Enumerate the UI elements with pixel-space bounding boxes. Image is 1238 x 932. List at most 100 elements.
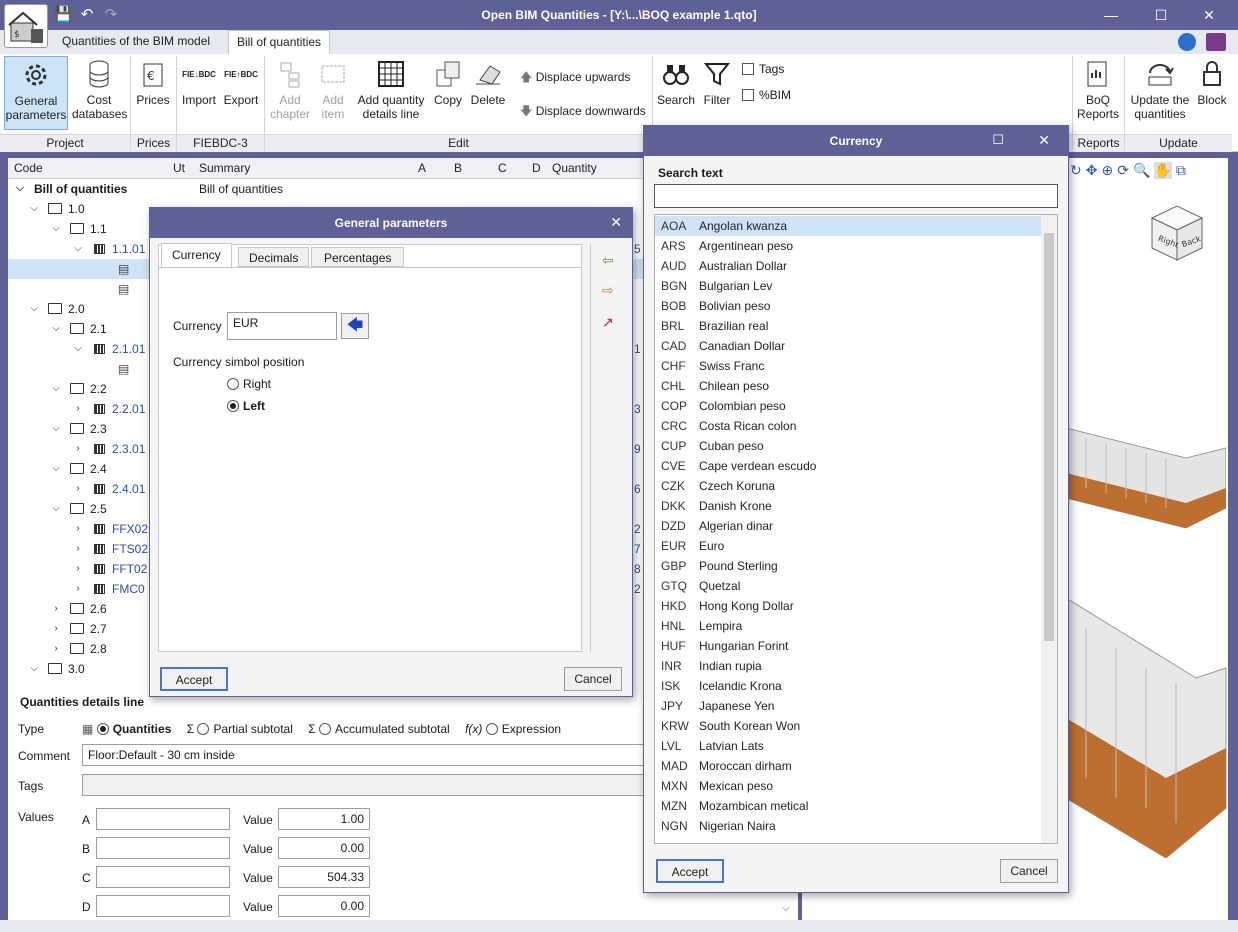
currency-list-item[interactable]: BOB Bolivian peso bbox=[655, 296, 1057, 316]
value-expression-field[interactable] bbox=[96, 837, 230, 859]
currency-list-item[interactable]: CHL Chilean peso bbox=[655, 376, 1057, 396]
value-expression-field[interactable] bbox=[96, 808, 230, 830]
currency-list-item[interactable]: DKK Danish Krone bbox=[655, 496, 1057, 516]
list-scrollbar[interactable] bbox=[1041, 215, 1057, 843]
zoom-icon[interactable]: 🔍 bbox=[1133, 162, 1150, 179]
close-icon[interactable]: ✕ bbox=[610, 214, 622, 231]
pct-bim-checkbox[interactable]: %BIM bbox=[742, 88, 791, 102]
open-external-icon[interactable]: ↗ bbox=[602, 314, 614, 331]
import-button[interactable]: FIE ↓ BDC Import bbox=[180, 56, 218, 108]
currency-list-item[interactable]: LVL Latvian Lats bbox=[655, 736, 1057, 756]
chevron-down-icon[interactable]: ⌵ bbox=[50, 219, 62, 239]
copy-button[interactable]: Copy bbox=[430, 56, 466, 107]
chevron-right-icon[interactable]: › bbox=[72, 539, 84, 559]
currency-list-item[interactable]: CVE Cape verdean escudo bbox=[655, 456, 1057, 476]
chevron-down-icon[interactable]: ⌵ bbox=[72, 239, 84, 259]
hand-icon[interactable]: ✋ bbox=[1154, 162, 1172, 179]
currency-list-item[interactable]: CAD Canadian Dollar bbox=[655, 336, 1057, 356]
add-chapter-button[interactable]: Add chapter bbox=[266, 56, 314, 121]
import-params-icon[interactable]: ⇦ bbox=[602, 252, 614, 269]
currency-list-item[interactable]: KRW South Korean Won bbox=[655, 716, 1057, 736]
position-left-radio[interactable]: Left bbox=[227, 399, 265, 413]
chevron-down-icon[interactable]: ⌵ bbox=[50, 419, 62, 439]
position-right-radio[interactable]: Right bbox=[227, 377, 271, 391]
chevron-right-icon[interactable]: › bbox=[72, 399, 84, 419]
minimize-icon[interactable]: — bbox=[1098, 4, 1124, 26]
chevron-right-icon[interactable]: › bbox=[72, 479, 84, 499]
chevron-right-icon[interactable]: › bbox=[72, 559, 84, 579]
value-field[interactable]: 504.33 bbox=[278, 866, 370, 888]
currency-accept-button[interactable]: Accept bbox=[656, 859, 724, 883]
currency-list-item[interactable]: HNL Lempira bbox=[655, 616, 1057, 636]
cost-databases-button[interactable]: Cost databases bbox=[72, 56, 127, 121]
currency-field[interactable]: EUR bbox=[227, 312, 337, 340]
chevron-down-icon[interactable]: ⌵ bbox=[28, 299, 40, 319]
col-quantity[interactable]: Quantity bbox=[552, 161, 597, 175]
currency-list-item[interactable]: CZK Czech Koruna bbox=[655, 476, 1057, 496]
currency-list-item[interactable]: ARS Argentinean peso bbox=[655, 236, 1057, 256]
viewcube-icon[interactable]: Right Back bbox=[1142, 198, 1212, 268]
currency-list-item[interactable]: DZD Algerian dinar bbox=[655, 516, 1057, 536]
currency-list-item[interactable]: BRL Brazilian real bbox=[655, 316, 1057, 336]
update-quantities-button[interactable]: Update the quantities bbox=[1128, 56, 1192, 121]
currency-list-item[interactable]: NGN Nigerian Naira bbox=[655, 816, 1057, 836]
currency-list-item[interactable]: GBP Pound Sterling bbox=[655, 556, 1057, 576]
col-ut[interactable]: Ut bbox=[173, 161, 185, 175]
chevron-right-icon[interactable]: › bbox=[50, 639, 62, 659]
currency-list-item[interactable]: CUP Cuban peso bbox=[655, 436, 1057, 456]
filter-button[interactable]: Filter bbox=[698, 56, 736, 107]
col-c[interactable]: C bbox=[498, 161, 507, 175]
displace-downwards-button[interactable]: 🡇 Displace downwards bbox=[520, 102, 646, 123]
zoom-extents-icon[interactable]: ⊕ bbox=[1101, 162, 1113, 179]
currency-list-item[interactable]: MXN Mexican peso bbox=[655, 776, 1057, 796]
type-accumulated-radio[interactable]: Accumulated subtotal bbox=[318, 722, 450, 736]
col-code[interactable]: Code bbox=[14, 161, 43, 175]
delete-button[interactable]: Delete bbox=[468, 56, 508, 107]
currency-list-item[interactable]: JPY Japanese Yen bbox=[655, 696, 1057, 716]
tab-currency[interactable]: Currency bbox=[161, 243, 232, 267]
web-icon[interactable] bbox=[1178, 33, 1196, 51]
tab-bill-of-quantities[interactable]: Bill of quantities bbox=[228, 30, 331, 54]
scroll-down-icon[interactable]: ⌵ bbox=[782, 903, 790, 914]
chevron-down-icon[interactable]: ⌵ bbox=[14, 179, 26, 199]
export-params-icon[interactable]: ⇨ bbox=[602, 282, 614, 299]
chevron-down-icon[interactable]: ⌵ bbox=[28, 199, 40, 219]
currency-list-item[interactable]: INR Indian rupia bbox=[655, 656, 1057, 676]
refresh-view-icon[interactable]: ⟳ bbox=[1117, 162, 1129, 179]
cancel-button[interactable]: Cancel bbox=[564, 667, 622, 691]
currency-list-item[interactable]: EUR Euro bbox=[655, 536, 1057, 556]
currency-list-item[interactable]: CHF Swiss Franc bbox=[655, 356, 1057, 376]
boq-reports-button[interactable]: BoQ Reports bbox=[1076, 56, 1120, 121]
chevron-down-icon[interactable]: ⌵ bbox=[72, 339, 84, 359]
block-button[interactable]: Block bbox=[1194, 56, 1230, 107]
currency-list-item[interactable]: AUD Australian Dollar bbox=[655, 256, 1057, 276]
currency-list-item[interactable]: ISK Icelandic Krona bbox=[655, 676, 1057, 696]
search-text-input[interactable] bbox=[654, 184, 1058, 208]
export-button[interactable]: FIE ↑ BDC Export bbox=[222, 56, 260, 108]
value-expression-field[interactable] bbox=[96, 895, 230, 917]
col-summary[interactable]: Summary bbox=[199, 161, 250, 175]
search-button[interactable]: Search bbox=[656, 56, 696, 107]
tab-quantities-bim[interactable]: Quantities of the BIM model bbox=[54, 30, 218, 54]
add-item-button[interactable]: Add item bbox=[314, 56, 352, 121]
type-expression-radio[interactable]: Expression bbox=[485, 722, 561, 736]
currency-list-item[interactable]: BGN Bulgarian Lev bbox=[655, 276, 1057, 296]
col-d[interactable]: D bbox=[532, 161, 541, 175]
maximize-icon[interactable]: ☐ bbox=[992, 132, 1004, 148]
add-quantity-details-line-button[interactable]: Add quantity details line bbox=[354, 56, 428, 121]
prices-button[interactable]: € Prices bbox=[134, 56, 172, 107]
currency-list-item[interactable]: MAD Moroccan dirham bbox=[655, 756, 1057, 776]
chevron-right-icon[interactable]: › bbox=[50, 599, 62, 619]
value-field[interactable]: 1.00 bbox=[278, 808, 370, 830]
chevron-right-icon[interactable]: › bbox=[50, 619, 62, 639]
arrow-left-icon[interactable]: 🡄 bbox=[341, 313, 369, 339]
tags-checkbox[interactable]: Tags bbox=[742, 62, 784, 76]
col-a[interactable]: A bbox=[418, 161, 426, 175]
col-b[interactable]: B bbox=[454, 161, 462, 175]
rotate-icon[interactable]: ↻ bbox=[1070, 162, 1082, 179]
close-icon[interactable]: ✕ bbox=[1038, 132, 1050, 149]
displace-upwards-button[interactable]: 🡅 Displace upwards bbox=[520, 68, 630, 89]
currency-list-item[interactable]: GTQ Quetzal bbox=[655, 576, 1057, 596]
tab-percentages[interactable]: Percentages bbox=[311, 247, 405, 267]
pan-move-icon[interactable]: ✥ bbox=[1086, 162, 1098, 179]
